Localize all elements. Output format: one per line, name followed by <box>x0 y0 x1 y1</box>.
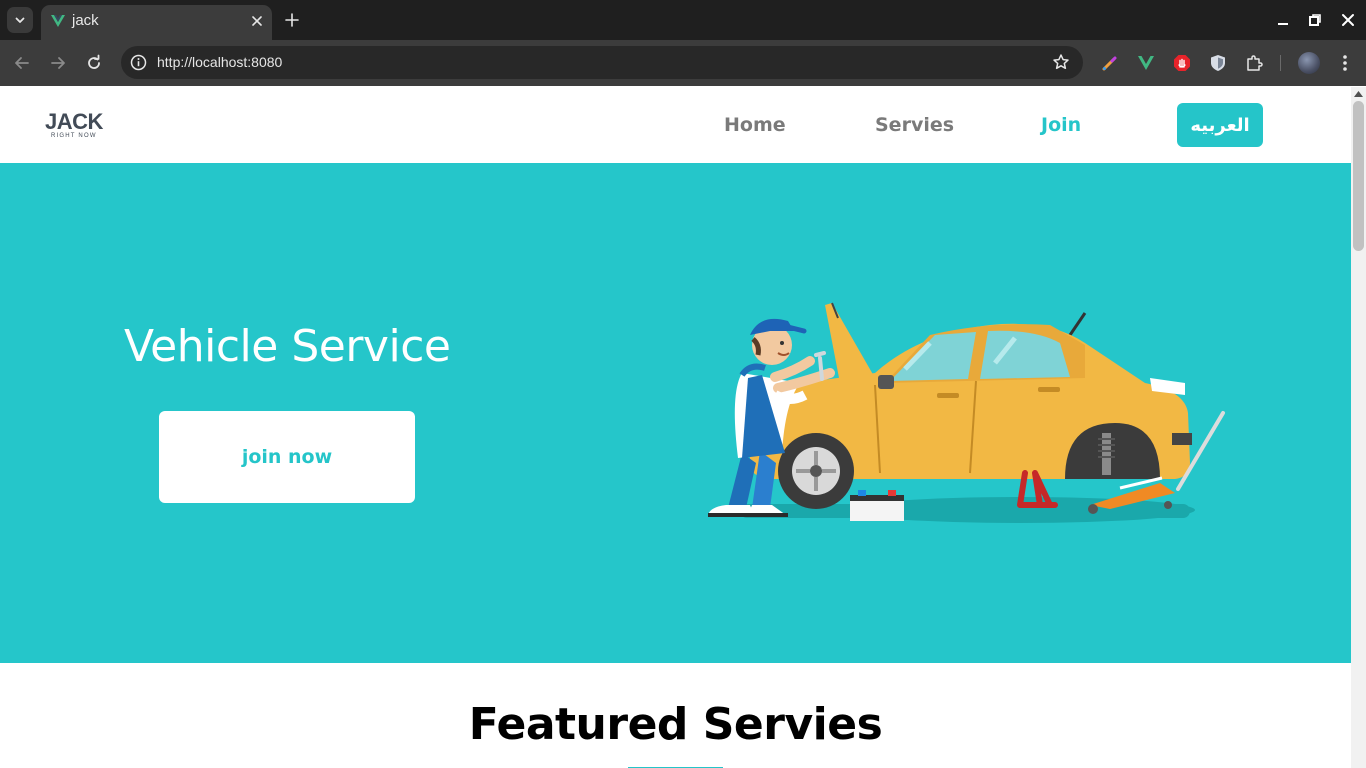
chevron-down-icon <box>15 17 25 23</box>
page-scrollbar[interactable] <box>1351 87 1366 768</box>
site-logo[interactable]: JACK RIGHT NOW <box>45 109 109 140</box>
nav-home-link[interactable]: Home <box>724 114 786 136</box>
logo-main-text: JACK <box>45 109 103 134</box>
toolbar-separator <box>1280 55 1281 71</box>
vue-devtools-icon[interactable] <box>1136 53 1156 73</box>
puzzle-icon[interactable] <box>1244 53 1264 73</box>
nav-join-link[interactable]: Join <box>1041 114 1081 136</box>
color-picker-extension-icon[interactable] <box>1100 53 1120 73</box>
arrow-right-icon[interactable] <box>49 54 67 72</box>
scrollbar-thumb[interactable] <box>1353 101 1364 251</box>
hero-title: Vehicle Service <box>124 321 451 372</box>
browser-toolbar: http://localhost:8080 <box>0 40 1366 86</box>
language-toggle-button[interactable]: العربيه <box>1177 103 1263 147</box>
tab-search-button[interactable] <box>7 7 33 33</box>
profile-avatar[interactable] <box>1298 52 1320 74</box>
featured-services-section: Featured Servies <box>0 663 1351 768</box>
nav-services-link[interactable]: Servies <box>875 114 954 136</box>
close-window-icon[interactable] <box>1340 12 1356 28</box>
logo-sub-text: RIGHT NOW <box>51 133 97 139</box>
info-icon[interactable] <box>130 54 147 71</box>
site-header: JACK RIGHT NOW Home Servies Join العربيه <box>0 87 1351 163</box>
scroll-up-arrow-icon[interactable] <box>1354 90 1363 97</box>
hero-section: Vehicle Service join now <box>0 163 1351 663</box>
web-page: JACK RIGHT NOW Home Servies Join العربيه… <box>0 87 1351 768</box>
arrow-left-icon[interactable] <box>13 54 31 72</box>
shield-icon[interactable] <box>1208 53 1228 73</box>
reload-icon[interactable] <box>85 54 103 72</box>
close-tab-icon[interactable] <box>250 14 264 28</box>
address-bar[interactable]: http://localhost:8080 <box>121 46 1083 79</box>
vue-logo-icon <box>51 15 65 27</box>
browser-tab[interactable]: jack <box>41 5 272 40</box>
join-now-button[interactable]: join now <box>159 411 415 503</box>
tab-title: jack <box>72 12 99 29</box>
new-tab-icon[interactable] <box>284 12 300 28</box>
featured-services-title: Featured Servies <box>468 699 883 750</box>
minimize-icon[interactable] <box>1275 12 1291 28</box>
url-text: http://localhost:8080 <box>157 54 283 70</box>
restore-icon[interactable] <box>1307 12 1323 28</box>
kebab-menu-icon[interactable] <box>1335 53 1355 73</box>
star-icon[interactable] <box>1052 53 1070 71</box>
browser-tab-bar: jack <box>0 0 1366 40</box>
mechanic-car-illustration <box>708 302 1225 523</box>
adblock-icon[interactable] <box>1172 53 1192 73</box>
